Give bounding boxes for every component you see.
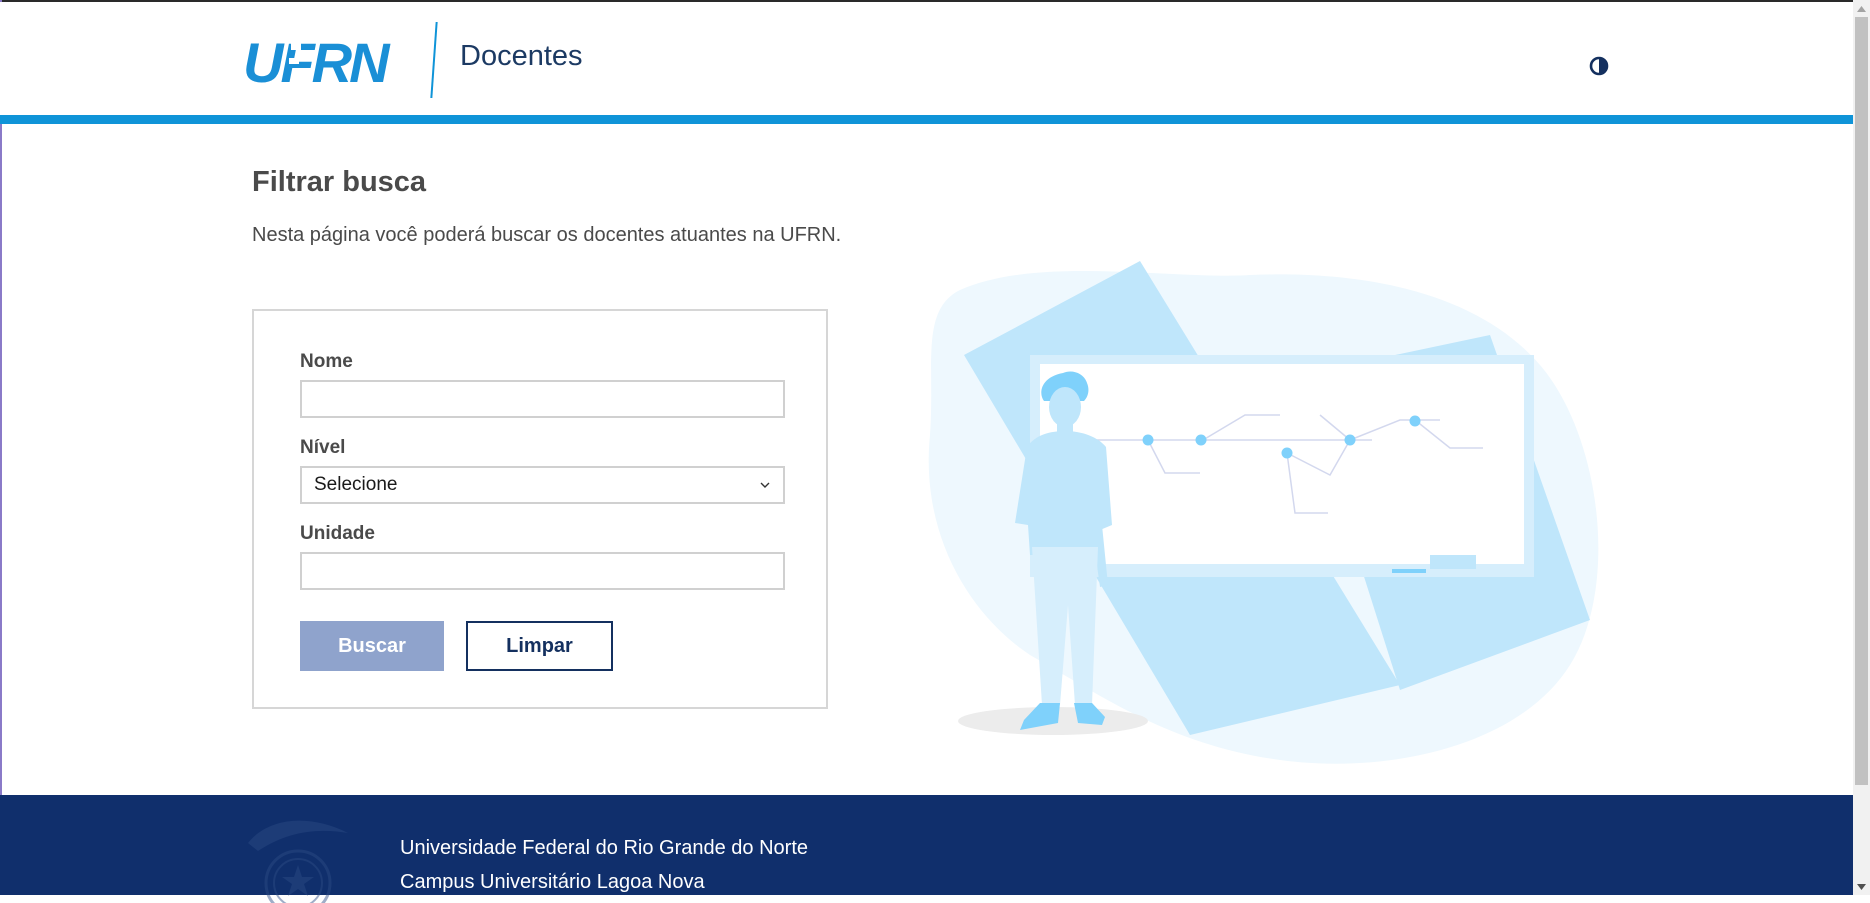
footer-university-name: Universidade Federal do Rio Grande do No… bbox=[400, 837, 808, 859]
contrast-toggle-button[interactable] bbox=[1588, 55, 1610, 77]
scrollbar-thumb[interactable] bbox=[1855, 17, 1868, 785]
university-seal-icon bbox=[248, 820, 348, 903]
limpar-button[interactable]: Limpar bbox=[466, 621, 613, 671]
logo-divider bbox=[430, 22, 438, 98]
unidade-label: Unidade bbox=[300, 523, 375, 544]
logo-text: UFRN bbox=[243, 34, 391, 88]
chevron-up-icon bbox=[1857, 5, 1866, 12]
chevron-down-icon bbox=[1857, 883, 1866, 890]
site-title: Docentes bbox=[460, 40, 583, 72]
page-title: Filtrar busca bbox=[252, 166, 427, 198]
window-left-border bbox=[0, 0, 2, 895]
footer-campus-name: Campus Universitário Lagoa Nova bbox=[400, 871, 705, 893]
unidade-input[interactable] bbox=[300, 552, 785, 590]
nome-label: Nome bbox=[300, 351, 353, 372]
contrast-icon bbox=[1589, 56, 1609, 76]
site-footer: Universidade Federal do Rio Grande do No… bbox=[0, 795, 1853, 903]
scroll-down-arrow[interactable] bbox=[1853, 878, 1870, 895]
site-header: UFRN Docentes bbox=[0, 2, 1853, 115]
chevron-down-icon bbox=[760, 482, 770, 488]
page-intro: Nesta página você poderá buscar os docen… bbox=[252, 224, 842, 246]
teacher-whiteboard-illustration bbox=[928, 261, 1599, 764]
nivel-selected-value: Selecione bbox=[314, 474, 398, 495]
buscar-button[interactable]: Buscar bbox=[300, 621, 444, 671]
nome-input[interactable] bbox=[300, 380, 785, 418]
scroll-up-arrow[interactable] bbox=[1853, 0, 1870, 17]
header-accent-bar bbox=[0, 115, 1853, 124]
search-form: Nome Nível Selecione Unidade Buscar Limp… bbox=[252, 309, 828, 709]
nivel-select[interactable]: Selecione bbox=[300, 466, 785, 504]
nivel-label: Nível bbox=[300, 437, 346, 458]
ufrn-logo[interactable]: UFRN bbox=[243, 34, 415, 88]
